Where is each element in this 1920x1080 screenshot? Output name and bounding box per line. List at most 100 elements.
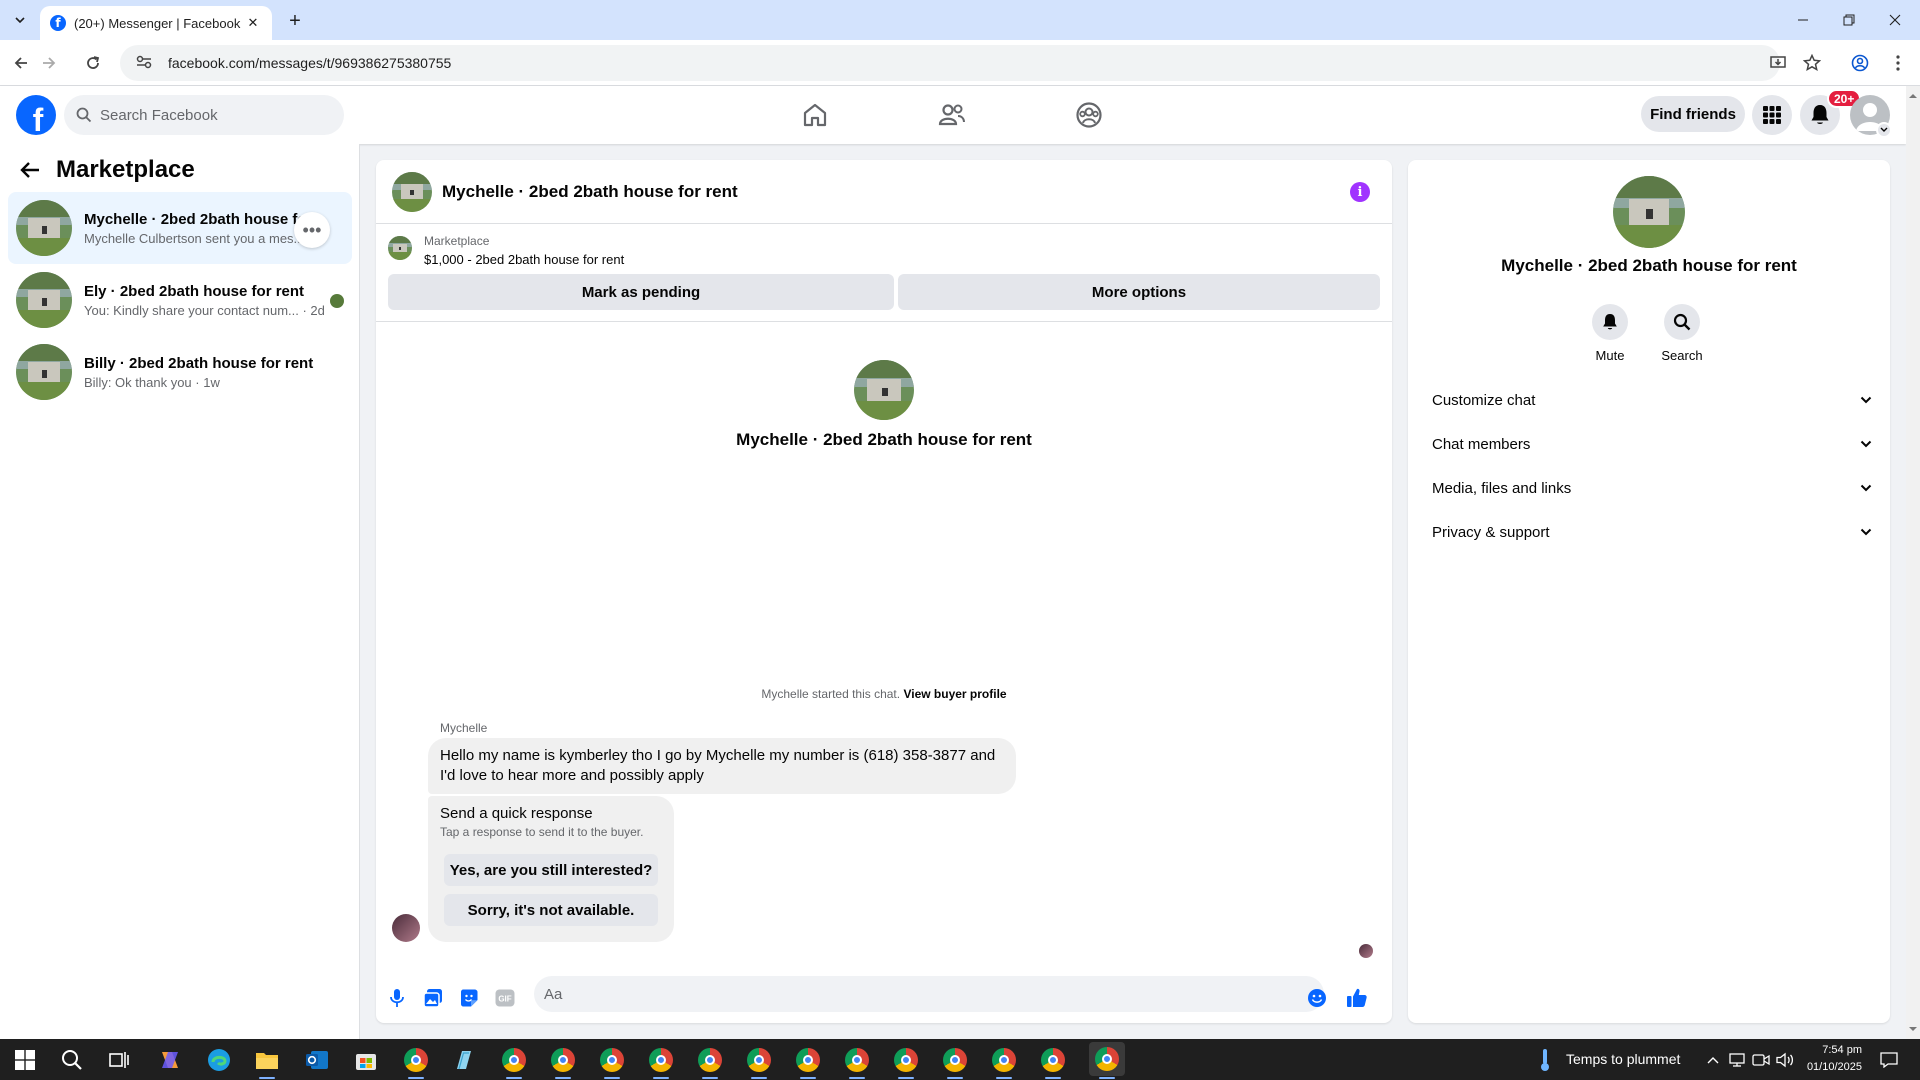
bookmark-star-icon[interactable]	[1800, 51, 1824, 75]
scroll-down-arrow-icon[interactable]	[1906, 1023, 1920, 1035]
attach-photo-icon[interactable]	[422, 987, 444, 1009]
taskbar-search-icon[interactable]	[59, 1047, 85, 1073]
microsoft-store-icon[interactable]	[353, 1047, 379, 1073]
notepad-app-icon[interactable]	[451, 1047, 477, 1073]
outlook-icon[interactable]	[304, 1047, 330, 1073]
gif-icon[interactable]: GIF	[494, 987, 516, 1009]
sticker-icon[interactable]	[458, 987, 480, 1009]
chrome-profile-icon[interactable]	[1040, 1047, 1066, 1073]
show-hidden-icons-chevron-icon[interactable]	[1700, 1047, 1726, 1073]
chrome-profile-icon[interactable]	[942, 1047, 968, 1073]
forward-arrow-icon[interactable]	[36, 50, 62, 76]
chrome-active-window-icon[interactable]	[1089, 1042, 1125, 1076]
windows-start-icon[interactable]	[12, 1047, 38, 1073]
active-app-indicator	[604, 1077, 620, 1079]
facebook-search-box[interactable]: Search Facebook	[64, 95, 344, 135]
site-info-icon[interactable]	[136, 55, 154, 72]
chrome-profile-icon[interactable]	[697, 1047, 723, 1073]
notification-center-icon[interactable]	[1876, 1047, 1902, 1073]
message-input[interactable]	[534, 976, 1324, 1012]
menu-grid-icon[interactable]	[1752, 95, 1792, 135]
chrome-profile-icon[interactable]	[893, 1047, 919, 1073]
customize-chat-section[interactable]: Customize chat	[1416, 378, 1882, 422]
page-scrollbar[interactable]	[1906, 86, 1920, 1039]
home-nav-icon[interactable]	[785, 94, 845, 136]
chevron-down-icon	[1860, 440, 1872, 448]
listing-small-thumbnail[interactable]	[388, 236, 412, 260]
quick-response-card: Send a quick response Tap a response to …	[428, 796, 674, 942]
chrome-profile-icon[interactable]	[844, 1047, 870, 1073]
chrome-profile-icon[interactable]	[501, 1047, 527, 1073]
listing-price-title[interactable]: $1,000 - 2bed 2bath house for rent	[424, 252, 624, 267]
chrome-profile-icon[interactable]	[746, 1047, 772, 1073]
mute-action[interactable]: Mute	[1580, 304, 1640, 363]
copilot-icon[interactable]	[157, 1047, 183, 1073]
chrome-profile-icon[interactable]	[795, 1047, 821, 1073]
message-composer: GIF	[376, 973, 1392, 1023]
quick-reply-not-available-button[interactable]: Sorry, it's not available.	[444, 894, 658, 926]
chat-title[interactable]: Mychelle · 2bed 2bath house for rent	[442, 182, 738, 202]
svg-text:GIF: GIF	[498, 995, 511, 1004]
conversation-item-ely[interactable]: Ely · 2bed 2bath house for rent You: Kin…	[8, 264, 352, 336]
conversation-item-billy[interactable]: Billy · 2bed 2bath house for rent Billy:…	[8, 336, 352, 408]
emoji-icon[interactable]	[1306, 987, 1328, 1009]
browser-tab-messenger[interactable]: f (20+) Messenger | Facebook ✕	[40, 6, 272, 40]
info-listing-thumbnail[interactable]	[1613, 176, 1685, 248]
tab-close-icon[interactable]: ✕	[244, 14, 262, 32]
url-text: facebook.com/messages/t/969386275380755	[168, 55, 452, 71]
minimize-window-icon[interactable]	[1780, 0, 1826, 40]
profile-icon[interactable]	[1848, 51, 1872, 75]
address-bar[interactable]: facebook.com/messages/t/969386275380755	[120, 45, 1780, 81]
chrome-icon[interactable]	[403, 1047, 429, 1073]
chevron-down-icon	[1860, 528, 1872, 536]
sender-avatar[interactable]	[392, 914, 420, 942]
clock-time[interactable]: 7:54 pm	[1796, 1044, 1862, 1056]
back-arrow-icon[interactable]	[8, 50, 34, 76]
facebook-logo-icon[interactable]: f	[16, 95, 56, 135]
view-buyer-profile-link[interactable]: View buyer profile	[903, 687, 1006, 701]
clock-date[interactable]: 01/10/2025	[1796, 1061, 1862, 1073]
meet-now-camera-icon[interactable]	[1748, 1047, 1774, 1073]
edge-browser-icon[interactable]	[206, 1047, 232, 1073]
account-chevron-down-icon[interactable]	[1876, 122, 1892, 138]
chrome-profile-icon[interactable]	[648, 1047, 674, 1073]
chat-members-section[interactable]: Chat members	[1416, 422, 1882, 466]
chrome-profile-icon[interactable]	[599, 1047, 625, 1073]
more-options-button[interactable]: More options	[898, 274, 1380, 310]
restore-window-icon[interactable]	[1826, 0, 1872, 40]
conversation-item-mychelle[interactable]: Mychelle · 2bed 2bath house for rent Myc…	[8, 192, 352, 264]
weather-thermometer-icon[interactable]	[1532, 1047, 1558, 1073]
friends-nav-icon[interactable]	[922, 94, 982, 136]
close-window-icon[interactable]	[1872, 0, 1918, 40]
quick-reply-still-interested-button[interactable]: Yes, are you still interested?	[444, 854, 658, 886]
chrome-profile-icon[interactable]	[550, 1047, 576, 1073]
privacy-support-section[interactable]: Privacy & support	[1416, 510, 1882, 554]
bell-icon[interactable]	[1592, 304, 1628, 340]
thumbs-up-like-icon[interactable]	[1346, 987, 1368, 1009]
install-app-icon[interactable]	[1766, 51, 1790, 75]
chat-listing-thumbnail[interactable]	[392, 171, 432, 212]
volume-speaker-icon[interactable]	[1772, 1047, 1798, 1073]
weather-text[interactable]: Temps to plummet	[1566, 1051, 1680, 1067]
conversation-name: Ely · 2bed 2bath house for rent	[84, 282, 305, 300]
conversation-more-options-icon[interactable]: •••	[294, 212, 330, 248]
file-explorer-icon[interactable]	[254, 1047, 280, 1073]
search-in-conversation-action[interactable]: Search	[1652, 304, 1712, 363]
browser-tab-bar: f (20+) Messenger | Facebook ✕ +	[0, 0, 1920, 40]
find-friends-button[interactable]: Find friends	[1641, 96, 1745, 132]
media-files-links-section[interactable]: Media, files and links	[1416, 466, 1882, 510]
conversation-info-icon[interactable]: i	[1350, 182, 1370, 202]
browser-menu-icon[interactable]	[1886, 51, 1910, 75]
back-arrow-icon[interactable]	[20, 161, 40, 179]
scroll-up-arrow-icon[interactable]	[1906, 90, 1920, 102]
network-icon[interactable]	[1724, 1047, 1750, 1073]
voice-clip-microphone-icon[interactable]	[386, 987, 408, 1009]
search-icon[interactable]	[1664, 304, 1700, 340]
mark-as-pending-button[interactable]: Mark as pending	[388, 274, 894, 310]
task-view-icon[interactable]	[106, 1047, 132, 1073]
tab-search-dropdown-icon[interactable]	[8, 8, 32, 32]
reload-icon[interactable]	[80, 50, 106, 76]
groups-nav-icon[interactable]	[1059, 94, 1119, 136]
new-tab-plus-icon[interactable]: +	[282, 8, 308, 34]
chrome-profile-icon[interactable]	[991, 1047, 1017, 1073]
